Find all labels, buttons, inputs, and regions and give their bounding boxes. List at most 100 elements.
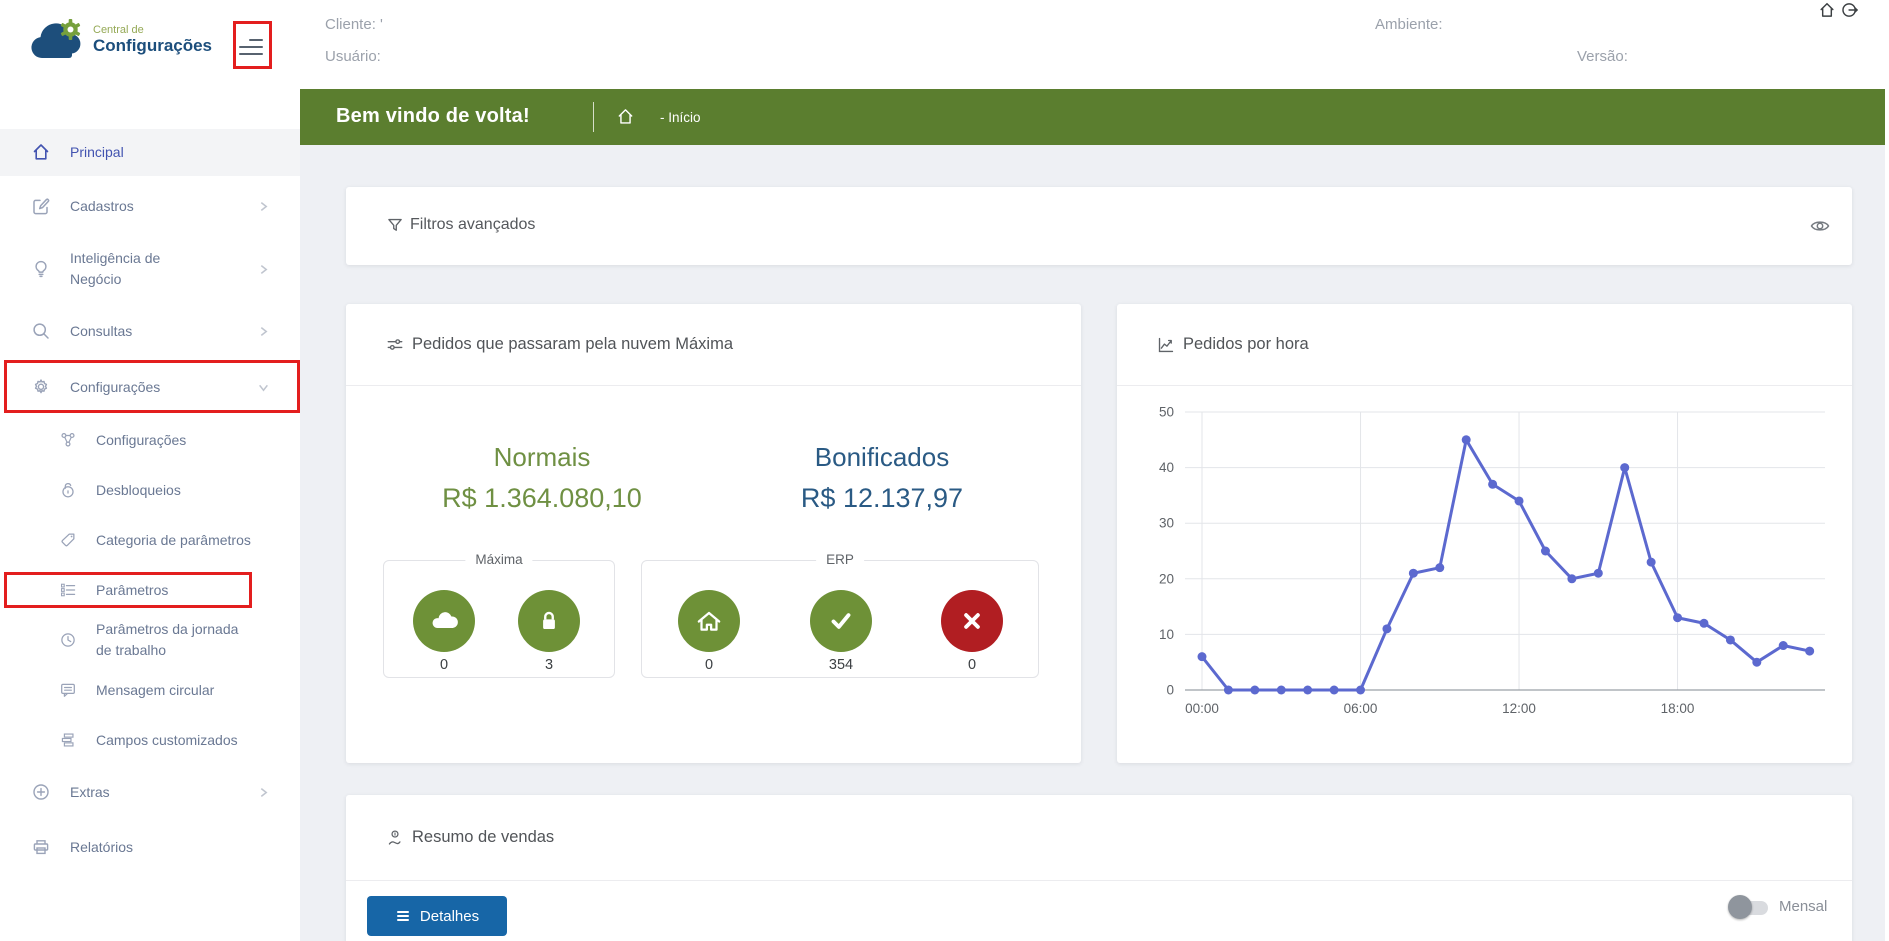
sidebar-nav: Principal Cadastros Inteligência de Negó…: [0, 89, 300, 941]
details-button-label: Detalhes: [419, 907, 480, 925]
welcome-text: Bem vindo de volta!: [336, 105, 530, 127]
tag-icon: [59, 531, 77, 549]
sales-icon: [386, 829, 404, 847]
sidebar-item-configuracoes[interactable]: Configurações: [0, 367, 300, 407]
banner-divider: [593, 102, 594, 132]
maxima-group-title: Máxima: [465, 552, 533, 567]
svg-text:00:00: 00:00: [1185, 701, 1219, 716]
app-logo-icon: [28, 16, 90, 68]
check-icon: [810, 590, 872, 652]
svg-text:12:00: 12:00: [1502, 701, 1536, 716]
chevron-down-icon: [258, 382, 269, 393]
sidebar-subitem-parametros-jornada[interactable]: Parâmetros da jornada de trabalho: [0, 612, 300, 668]
stat-count: 0: [704, 657, 714, 673]
chevron-right-icon: [258, 787, 269, 798]
stat-count: 0: [967, 657, 977, 673]
normal-orders-block: Normais R$ 1.364.080,10: [382, 442, 702, 514]
sidebar-item-consultas[interactable]: Consultas: [0, 311, 300, 351]
plus-circle-icon: [31, 782, 51, 802]
stat-count: 3: [544, 657, 554, 673]
welcome-banner: Bem vindo de volta! - Início: [300, 89, 1885, 145]
client-value: ': [380, 16, 383, 33]
stat-count: 0: [439, 657, 449, 673]
advanced-filters-panel: Filtros avançados: [346, 187, 1852, 265]
list-icon: [395, 908, 411, 924]
logo-line-1: Central de: [93, 24, 144, 36]
details-button[interactable]: Detalhes: [367, 896, 507, 936]
chevron-right-icon: [258, 326, 269, 337]
line-chart-icon: [1157, 336, 1175, 354]
sidebar-subitem-categoria-de-parametros[interactable]: Categoria de parâmetros: [0, 512, 300, 568]
sidebar-item-relatorios[interactable]: Relatórios: [0, 827, 300, 867]
sidebar-item-label: Mensagem circular: [96, 681, 215, 698]
sidebar-subitem-parametros[interactable]: Parâmetros: [0, 570, 300, 610]
gear-icon: [31, 377, 51, 397]
home-icon: [31, 142, 51, 162]
card-title: Pedidos por hora: [1183, 335, 1309, 353]
eye-icon[interactable]: [1809, 215, 1831, 237]
sidebar-subitem-configuracoes[interactable]: Configurações: [0, 420, 300, 460]
sidebar-item-label: Extras: [70, 783, 110, 800]
maxima-status-group: Máxima 0 3: [383, 552, 615, 678]
clock-icon: [59, 631, 77, 649]
sidebar-item-label: Cadastros: [70, 197, 134, 214]
logo-line-2: Configurações: [93, 36, 213, 56]
home-icon: [678, 590, 740, 652]
user-label: Usuário:: [325, 48, 381, 65]
sidebar-subitem-campos-customizados[interactable]: Campos customizados: [0, 720, 300, 760]
svg-text:40: 40: [1159, 460, 1174, 475]
client-label: Cliente: ': [325, 16, 383, 33]
list-icon: [59, 581, 77, 599]
card-title: Resumo de vendas: [412, 828, 555, 846]
sidebar-item-principal[interactable]: Principal: [0, 132, 300, 172]
sidebar-item-extras[interactable]: Extras: [0, 772, 300, 812]
stat-count: 354: [828, 657, 854, 673]
erp-group-title: ERP: [816, 552, 864, 567]
sidebar-item-label: Consultas: [70, 322, 133, 339]
sidebar-item-label: Configurações: [96, 431, 187, 448]
sidebar-item-label: Desbloqueios: [96, 481, 181, 498]
sidebar-item-label: Parâmetros da jornada de trabalho: [96, 621, 239, 658]
svg-text:18:00: 18:00: [1661, 701, 1695, 716]
search-icon: [31, 321, 51, 341]
orders-per-hour-card: Pedidos por hora 00:00 06:00 12:00 18:00 0 10…: [1117, 304, 1852, 763]
svg-text:0: 0: [1166, 683, 1174, 698]
logout-icon[interactable]: [1841, 1, 1859, 19]
sidebar-item-label: Campos customizados: [96, 731, 238, 748]
sidebar-item-label: Relatórios: [70, 838, 134, 855]
breadcrumb-home-icon[interactable]: [616, 107, 635, 126]
app-logo-text: Central de Configurações: [93, 24, 212, 56]
svg-text:50: 50: [1159, 405, 1174, 420]
x-icon: [941, 590, 1003, 652]
monthly-toggle-label: Mensal: [1779, 898, 1828, 915]
erp-home-stat: 0: [678, 590, 740, 673]
chevron-right-icon: [258, 201, 269, 212]
sliders-icon: [386, 336, 404, 354]
breadcrumb: - Início: [660, 110, 701, 125]
monthly-toggle-knob[interactable]: [1728, 895, 1752, 919]
svg-text:10: 10: [1159, 627, 1174, 642]
unlock-icon: [59, 481, 77, 499]
sidebar-item-inteligencia-de-negocio[interactable]: Inteligência de Negócio: [0, 241, 300, 297]
app-window: Central de Configurações Cliente: ' Usuá…: [0, 0, 1889, 941]
version-label: Versão:: [1577, 48, 1628, 65]
card-title: Pedidos que passaram pela nuvem Máxima: [412, 335, 734, 353]
lock-icon: [518, 590, 580, 652]
funnel-icon: [386, 216, 404, 234]
sales-summary-card: Resumo de vendas Detalhes Mensal: [346, 795, 1852, 941]
scrollbar-track[interactable]: [1885, 0, 1889, 941]
sidebar-item-cadastros[interactable]: Cadastros: [0, 186, 300, 226]
home-icon[interactable]: [1818, 1, 1836, 19]
bonus-orders-label: Bonificados: [814, 442, 950, 472]
erp-error-stat: 0: [941, 590, 1003, 673]
normal-orders-label: Normais: [493, 442, 591, 472]
sidebar-subitem-mensagem-circular[interactable]: Mensagem circular: [0, 670, 300, 710]
sidebar-item-label: Categoria de parâmetros: [96, 531, 251, 548]
printer-icon: [31, 837, 51, 857]
lightbulb-icon: [31, 259, 51, 279]
sidebar-collapse-button[interactable]: [233, 21, 272, 69]
filters-title: Filtros avançados: [410, 216, 536, 233]
sidebar-item-label: Principal: [70, 143, 124, 160]
edit-icon: [31, 196, 51, 216]
sidebar-subitem-desbloqueios[interactable]: Desbloqueios: [0, 470, 300, 510]
